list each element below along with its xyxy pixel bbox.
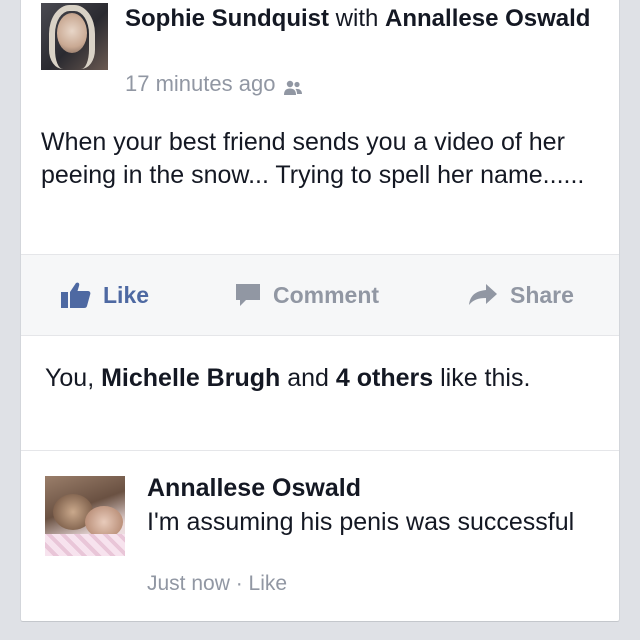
author-name[interactable]: Sophie Sundquist — [125, 5, 329, 32]
likes-others[interactable]: 4 others — [336, 364, 433, 392]
comment-meta-separator: · — [229, 572, 249, 595]
likes-suffix: like this. — [433, 364, 531, 392]
like-label: Like — [103, 281, 150, 308]
likes-summary[interactable]: You, Michelle Brugh and 4 others like th… — [45, 363, 565, 394]
share-button[interactable]: Share — [468, 255, 574, 335]
likes-prefix: You, — [45, 364, 102, 392]
post-timestamp[interactable]: 17 minutes ago — [125, 71, 275, 97]
share-arrow-icon — [468, 283, 498, 307]
post-meta: 17 minutes ago — [125, 71, 303, 97]
comment-like-link[interactable]: Like — [249, 572, 288, 595]
commenter-avatar[interactable] — [45, 476, 125, 556]
post-card: Sophie Sundquist with Annallese Oswald 1… — [20, 0, 620, 622]
likes-middle: and — [280, 364, 336, 392]
post-header: Sophie Sundquist with Annallese Oswald — [125, 3, 595, 35]
author-avatar[interactable] — [41, 3, 108, 70]
commenter-name[interactable]: Annallese Oswald — [147, 474, 361, 503]
comment-button[interactable]: Comment — [235, 255, 379, 335]
comment-time: Just now — [147, 572, 230, 595]
thumbs-up-icon — [61, 282, 91, 308]
comment-meta: Just now · Like — [147, 572, 287, 596]
friends-icon[interactable] — [283, 76, 303, 95]
post-text: When your best friend sends you a video … — [41, 128, 585, 189]
share-label: Share — [510, 281, 574, 308]
post-actions-bar: Like Comment Share — [21, 254, 619, 336]
divider — [21, 450, 619, 451]
liker-name[interactable]: Michelle Brugh — [101, 364, 280, 392]
tagged-name[interactable]: Annallese Oswald — [385, 5, 590, 32]
comment-label: Comment — [273, 281, 380, 308]
comment-bubble-icon — [235, 283, 261, 307]
avatar-blanket — [45, 534, 125, 556]
like-button[interactable]: Like — [61, 255, 149, 335]
comment-text: I'm assuming his penis was successful — [147, 508, 575, 536]
with-word: with — [335, 5, 379, 32]
avatar-face — [57, 13, 87, 53]
